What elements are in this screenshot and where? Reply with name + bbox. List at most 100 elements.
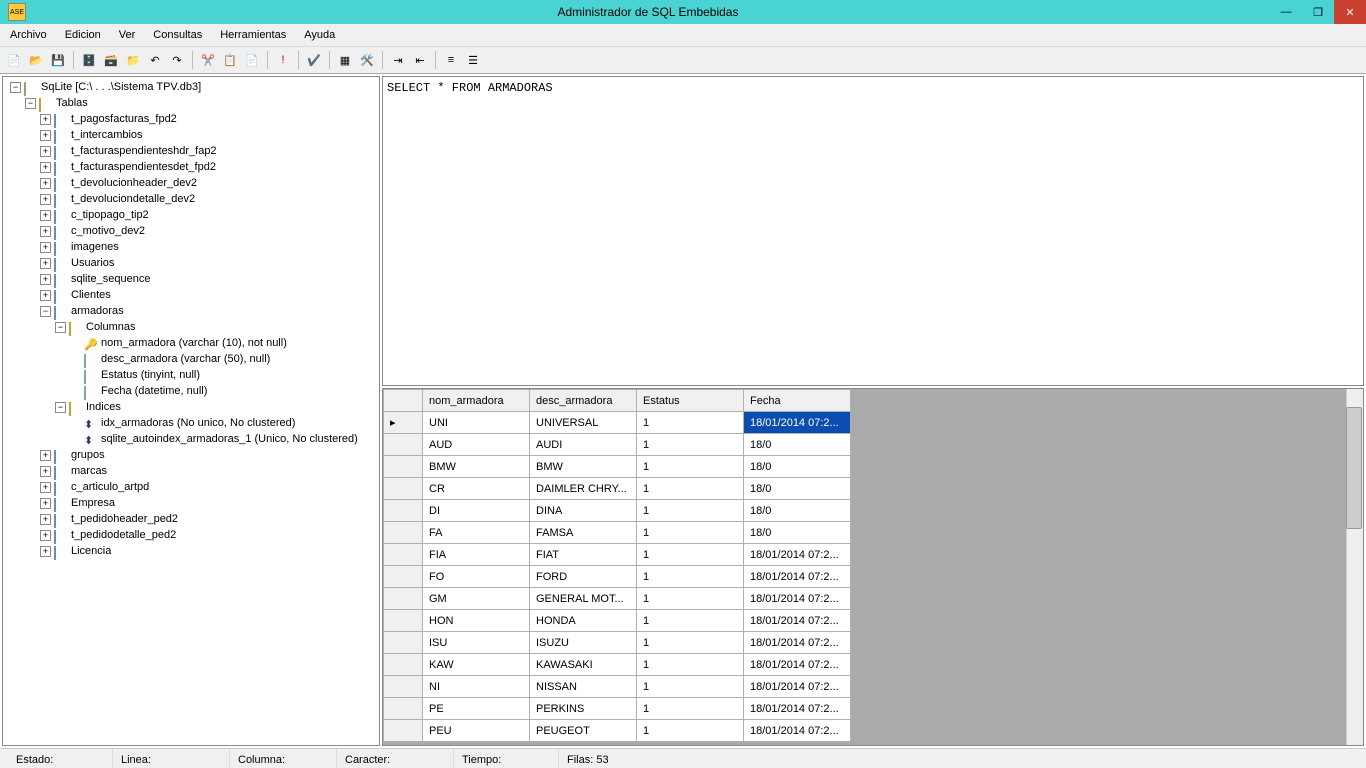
- cell-fecha[interactable]: 18/01/2014 07:2...: [744, 676, 851, 698]
- cell-fecha[interactable]: 18/01/2014 07:2...: [744, 720, 851, 742]
- save-icon[interactable]: 💾: [49, 51, 67, 69]
- menu-ayuda[interactable]: Ayuda: [304, 29, 335, 41]
- table-row[interactable]: DI DINA 1 18/0: [384, 500, 851, 522]
- cell-desc[interactable]: GENERAL MOT...: [530, 588, 637, 610]
- maximize-button[interactable]: ❐: [1302, 0, 1334, 24]
- tree-column-0[interactable]: 🔑nom_armadora (varchar (10), not null): [7, 335, 375, 351]
- tree-table-2[interactable]: +t_facturaspendienteshdr_fap2: [7, 143, 375, 159]
- col-header-1[interactable]: desc_armadora: [530, 390, 637, 412]
- table-row[interactable]: KAW KAWASAKI 1 18/01/2014 07:2...: [384, 654, 851, 676]
- cell-desc[interactable]: FORD: [530, 566, 637, 588]
- expand-icon[interactable]: +: [40, 226, 51, 237]
- cell-nom[interactable]: GM: [423, 588, 530, 610]
- expand-icon[interactable]: +: [40, 146, 51, 157]
- row-indicator[interactable]: [384, 654, 423, 676]
- table-row[interactable]: PE PERKINS 1 18/01/2014 07:2...: [384, 698, 851, 720]
- col-header-2[interactable]: Estatus: [637, 390, 744, 412]
- cell-est[interactable]: 1: [637, 434, 744, 456]
- row-indicator[interactable]: [384, 522, 423, 544]
- cell-nom[interactable]: ISU: [423, 632, 530, 654]
- expand-icon[interactable]: +: [40, 242, 51, 253]
- expand-icon[interactable]: +: [40, 482, 51, 493]
- cell-desc[interactable]: DAIMLER CHRY...: [530, 478, 637, 500]
- cell-est[interactable]: 1: [637, 720, 744, 742]
- row-indicator[interactable]: [384, 566, 423, 588]
- row-indicator[interactable]: [384, 698, 423, 720]
- expand-icon[interactable]: +: [40, 514, 51, 525]
- menu-ver[interactable]: Ver: [119, 29, 136, 41]
- cell-nom[interactable]: FIA: [423, 544, 530, 566]
- cell-desc[interactable]: KAWASAKI: [530, 654, 637, 676]
- outdent-icon[interactable]: ⇤: [411, 51, 429, 69]
- cell-nom[interactable]: PE: [423, 698, 530, 720]
- expand-icon[interactable]: +: [40, 178, 51, 189]
- cell-fecha[interactable]: 18/01/2014 07:2...: [744, 588, 851, 610]
- cell-est[interactable]: 1: [637, 566, 744, 588]
- collapse-icon[interactable]: −: [10, 82, 21, 93]
- cell-nom[interactable]: FA: [423, 522, 530, 544]
- table-row[interactable]: FA FAMSA 1 18/0: [384, 522, 851, 544]
- tree-index-0[interactable]: ⬍idx_armadoras (No unico, No clustered): [7, 415, 375, 431]
- cell-desc[interactable]: HONDA: [530, 610, 637, 632]
- expand-icon[interactable]: +: [40, 258, 51, 269]
- row-indicator[interactable]: [384, 500, 423, 522]
- cell-fecha[interactable]: 18/01/2014 07:2...: [744, 698, 851, 720]
- row-indicator[interactable]: ▸: [384, 412, 423, 434]
- menu-herramientas[interactable]: Herramientas: [220, 29, 286, 41]
- tree-root[interactable]: −SqLite [C:\ . . .\Sistema TPV.db3]: [7, 79, 375, 95]
- cell-nom[interactable]: UNI: [423, 412, 530, 434]
- expand-icon[interactable]: +: [40, 546, 51, 557]
- row-indicator[interactable]: [384, 610, 423, 632]
- cell-nom[interactable]: AUD: [423, 434, 530, 456]
- cell-desc[interactable]: BMW: [530, 456, 637, 478]
- tree-table-9[interactable]: +Usuarios: [7, 255, 375, 271]
- table-row[interactable]: HON HONDA 1 18/01/2014 07:2...: [384, 610, 851, 632]
- cell-desc[interactable]: FIAT: [530, 544, 637, 566]
- cell-desc[interactable]: NISSAN: [530, 676, 637, 698]
- redo-icon[interactable]: ↷: [168, 51, 186, 69]
- cell-fecha[interactable]: 18/01/2014 07:2...: [744, 610, 851, 632]
- cell-desc[interactable]: FAMSA: [530, 522, 637, 544]
- close-button[interactable]: ✕: [1334, 0, 1366, 24]
- cell-fecha[interactable]: 18/0: [744, 500, 851, 522]
- tree-table-after-5[interactable]: +t_pedidodetalle_ped2: [7, 527, 375, 543]
- tree-panel[interactable]: −SqLite [C:\ . . .\Sistema TPV.db3]−Tabl…: [2, 76, 380, 746]
- tree-table-11[interactable]: +Clientes: [7, 287, 375, 303]
- cell-nom[interactable]: HON: [423, 610, 530, 632]
- tree-table-7[interactable]: +c_motivo_dev2: [7, 223, 375, 239]
- cell-fecha[interactable]: 18/01/2014 07:2...: [744, 566, 851, 588]
- table-row[interactable]: CR DAIMLER CHRY... 1 18/0: [384, 478, 851, 500]
- col-header-0[interactable]: nom_armadora: [423, 390, 530, 412]
- menu-consultas[interactable]: Consultas: [153, 29, 202, 41]
- cell-nom[interactable]: BMW: [423, 456, 530, 478]
- cell-nom[interactable]: CR: [423, 478, 530, 500]
- copy-icon[interactable]: 📋: [221, 51, 239, 69]
- cell-fecha[interactable]: 18/0: [744, 522, 851, 544]
- cell-nom[interactable]: NI: [423, 676, 530, 698]
- expand-icon[interactable]: +: [40, 210, 51, 221]
- table-row[interactable]: ISU ISUZU 1 18/01/2014 07:2...: [384, 632, 851, 654]
- cell-desc[interactable]: PERKINS: [530, 698, 637, 720]
- row-indicator[interactable]: [384, 456, 423, 478]
- cell-est[interactable]: 1: [637, 610, 744, 632]
- cell-fecha[interactable]: 18/01/2014 07:2...: [744, 654, 851, 676]
- cell-fecha[interactable]: 18/01/2014 07:2...: [744, 412, 851, 434]
- cell-fecha[interactable]: 18/0: [744, 478, 851, 500]
- cell-est[interactable]: 1: [637, 632, 744, 654]
- cell-est[interactable]: 1: [637, 500, 744, 522]
- expand-icon[interactable]: +: [40, 466, 51, 477]
- cell-desc[interactable]: AUDI: [530, 434, 637, 456]
- table-row[interactable]: BMW BMW 1 18/0: [384, 456, 851, 478]
- expand-icon[interactable]: +: [40, 194, 51, 205]
- cell-est[interactable]: 1: [637, 588, 744, 610]
- tree-table-4[interactable]: +t_devolucionheader_dev2: [7, 175, 375, 191]
- menu-archivo[interactable]: Archivo: [10, 29, 47, 41]
- cell-est[interactable]: 1: [637, 544, 744, 566]
- cell-desc[interactable]: DINA: [530, 500, 637, 522]
- row-indicator[interactable]: [384, 676, 423, 698]
- collapse-icon[interactable]: −: [55, 322, 66, 333]
- cell-nom[interactable]: FO: [423, 566, 530, 588]
- cell-est[interactable]: 1: [637, 412, 744, 434]
- open-icon[interactable]: 📂: [27, 51, 45, 69]
- table-row[interactable]: GM GENERAL MOT... 1 18/01/2014 07:2...: [384, 588, 851, 610]
